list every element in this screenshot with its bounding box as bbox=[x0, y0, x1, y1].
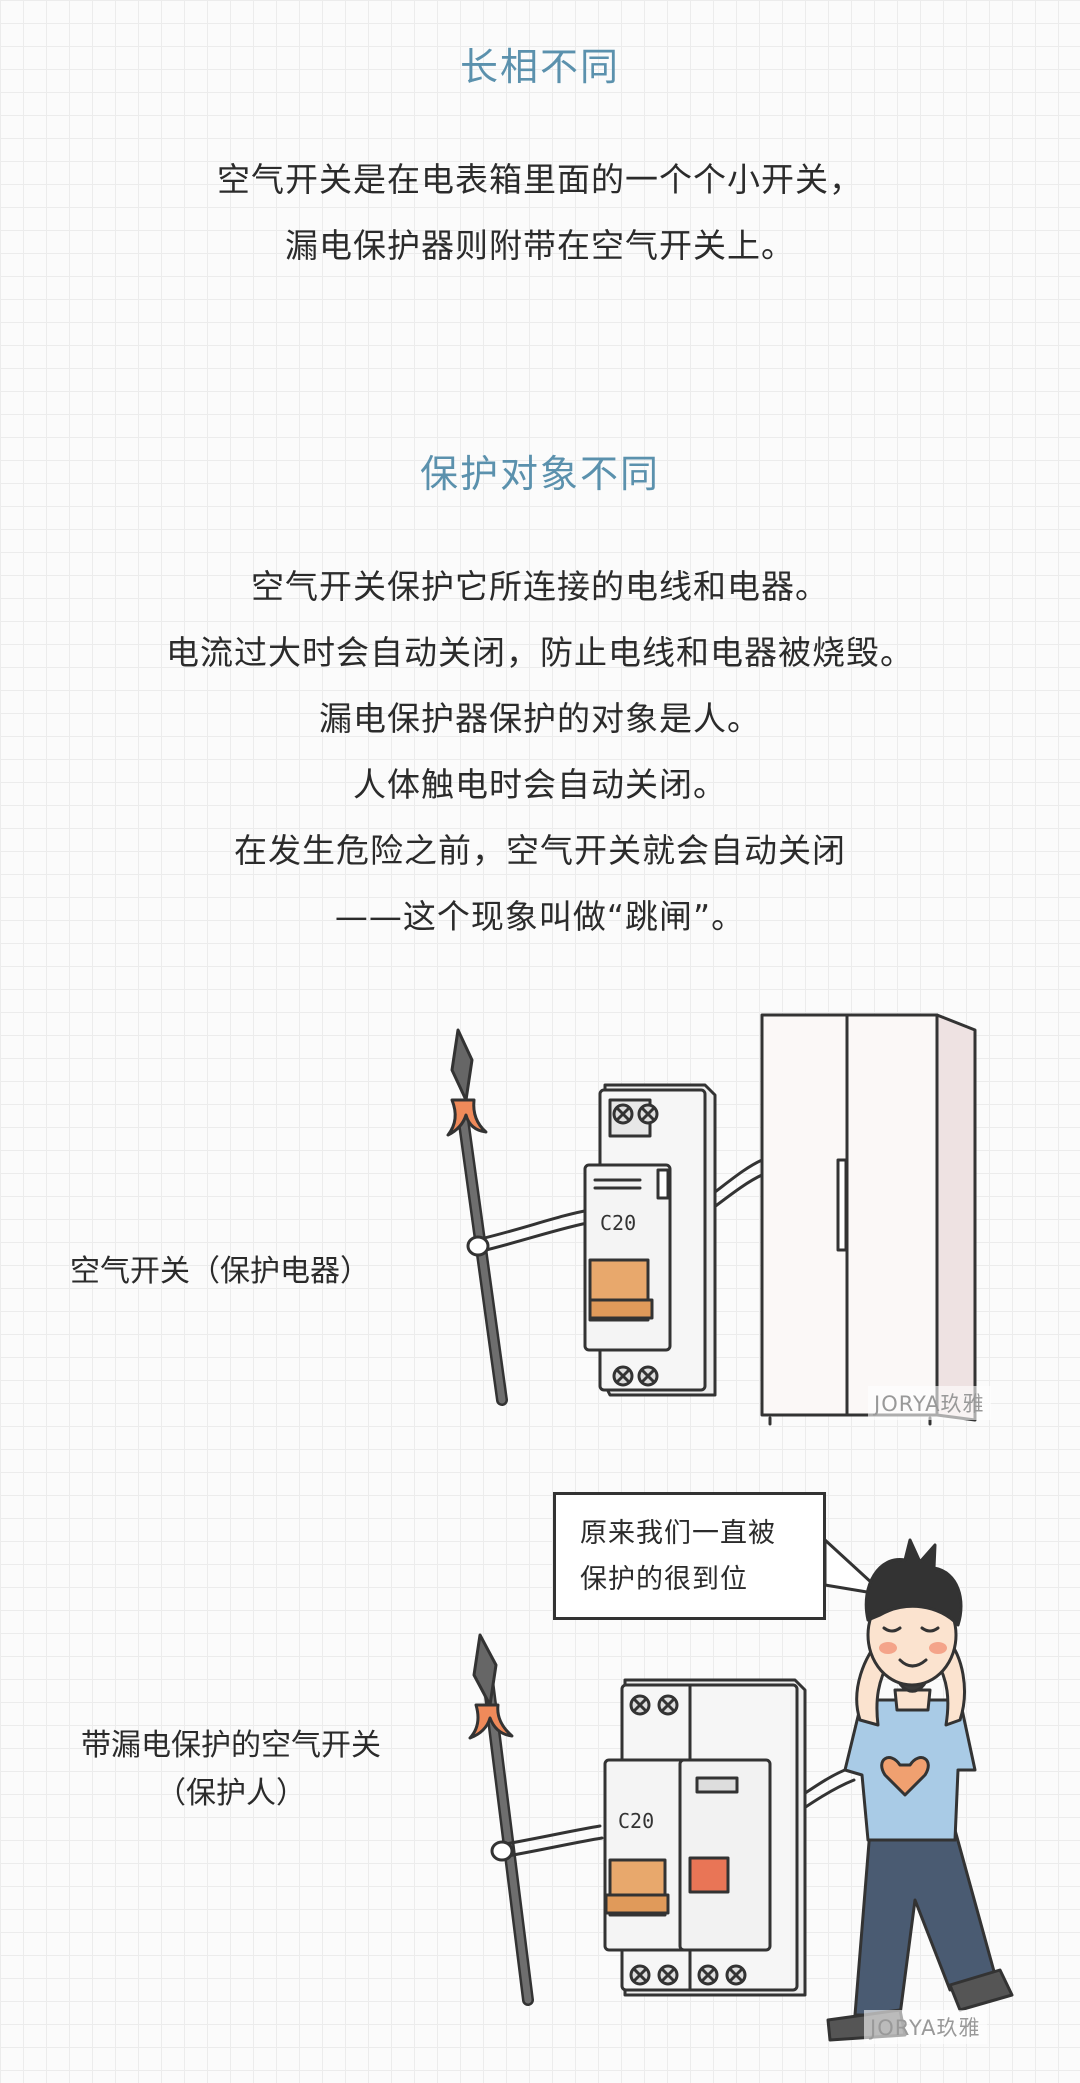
breaker-rating: C20 bbox=[618, 1809, 654, 1833]
spear-icon bbox=[446, 1028, 508, 1406]
spear-icon bbox=[468, 1633, 534, 2006]
watermark: JORYA玖雅 bbox=[864, 2010, 987, 2044]
label-line: （保护人） bbox=[156, 1776, 306, 1811]
label-line: 带漏电保护的空气开关 bbox=[81, 1728, 381, 1763]
rcd-breaker-icon: C20 bbox=[603, 1678, 807, 1997]
label-air-switch: 空气开关（保护电器） bbox=[70, 1254, 370, 1289]
refrigerator-icon bbox=[760, 1013, 977, 1426]
bubble-line: 原来我们一直被 bbox=[580, 1518, 776, 1549]
label-rcd-switch: 带漏电保护的空气开关 （保护人） bbox=[66, 1722, 396, 1818]
person-icon bbox=[826, 1538, 1014, 2042]
breaker-icon: C20 bbox=[583, 1083, 717, 1397]
breaker-rating: C20 bbox=[600, 1211, 636, 1235]
watermark: JORYA玖雅 bbox=[868, 1386, 991, 1420]
bubble-line: 保护的很到位 bbox=[580, 1564, 748, 1595]
speech-bubble: 原来我们一直被 保护的很到位 bbox=[553, 1492, 826, 1620]
